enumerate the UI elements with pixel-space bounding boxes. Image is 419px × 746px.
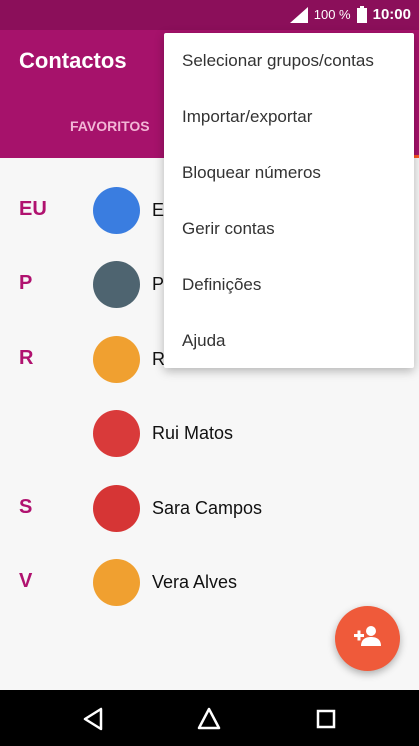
overflow-menu: Selecionar grupos/contas Importar/export… xyxy=(164,33,414,368)
back-icon[interactable] xyxy=(81,706,107,732)
clock: 10:00 xyxy=(372,6,411,23)
contact-name: E xyxy=(152,200,165,220)
avatar xyxy=(93,261,140,308)
avatar xyxy=(93,187,140,234)
list-item[interactable]: Rui Matos xyxy=(0,397,419,471)
recents-icon[interactable] xyxy=(313,706,339,732)
page-title: Contactos xyxy=(19,48,127,73)
menu-item-block-numbers[interactable]: Bloquear números xyxy=(164,145,414,201)
status-bar: 100 % 10:00 xyxy=(0,0,419,30)
section-letter: V xyxy=(19,570,33,592)
contact-name: P xyxy=(152,274,165,294)
contact-name: Sara Campos xyxy=(152,498,263,518)
home-icon[interactable] xyxy=(196,706,222,732)
section-letter: R xyxy=(19,347,34,369)
section-letter: S xyxy=(19,496,33,518)
menu-item-select-groups[interactable]: Selecionar grupos/contas xyxy=(164,33,414,89)
battery-icon xyxy=(356,6,367,23)
menu-item-manage-accounts[interactable]: Gerir contas xyxy=(164,201,414,257)
menu-item-help[interactable]: Ajuda xyxy=(164,313,414,369)
section-letter: EU xyxy=(19,198,47,220)
avatar xyxy=(93,485,140,532)
menu-item-settings[interactable]: Definições xyxy=(164,257,414,313)
list-item[interactable]: S Sara Campos xyxy=(0,472,419,546)
contact-name: Vera Alves xyxy=(152,572,238,592)
avatar xyxy=(93,410,140,457)
menu-item-import-export[interactable]: Importar/exportar xyxy=(164,89,414,145)
battery-percent: 100 % xyxy=(313,7,351,22)
add-contact-button[interactable] xyxy=(335,606,400,671)
contact-name: Rui Matos xyxy=(152,423,234,443)
avatar xyxy=(93,559,140,606)
section-letter: P xyxy=(19,272,33,294)
tab-favoritos[interactable]: FAVORITOS xyxy=(70,118,150,134)
signal-icon xyxy=(289,6,308,23)
status-icons: 100 % 10:00 xyxy=(289,6,411,23)
avatar xyxy=(93,336,140,383)
navigation-bar xyxy=(0,690,419,746)
add-contact-icon xyxy=(353,625,382,652)
